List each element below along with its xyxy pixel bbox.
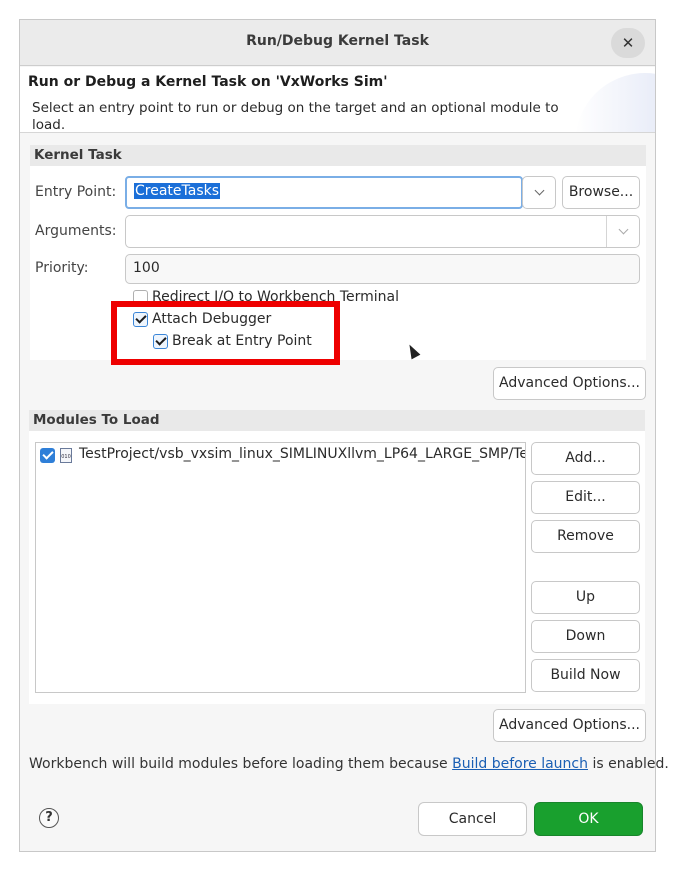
priority-value: 100 [133,260,160,276]
add-module-button[interactable]: Add... [531,442,640,475]
header-description: Select an entry point to run or debug on… [32,100,559,133]
header-decoration [575,73,655,132]
annotation-highlight-box [111,301,340,365]
entry-point-value: CreateTasks [134,183,221,199]
move-down-button[interactable]: Down [531,620,640,653]
cancel-button[interactable]: Cancel [418,802,527,836]
priority-input[interactable]: 100 [125,254,640,284]
module-path: TestProject/vsb_vxsim_linux_SIMLINUXllvm… [79,446,526,462]
modules-section-title: Modules To Load [29,410,645,431]
entry-point-input[interactable]: CreateTasks [125,176,523,209]
arguments-dropdown-button[interactable] [607,216,639,247]
browse-button[interactable]: Browse... [562,176,640,209]
build-info-suffix: is enabled. [588,756,669,772]
kernel-advanced-options-button[interactable]: Advanced Options... [493,367,646,400]
help-icon[interactable]: ? [39,808,59,828]
binary-file-icon: 010 [60,448,72,463]
modules-list[interactable]: 010 TestProject/vsb_vxsim_linux_SIMLINUX… [35,442,526,693]
remove-module-button[interactable]: Remove [531,520,640,553]
build-now-button[interactable]: Build Now [531,659,640,692]
build-before-launch-link[interactable]: Build before launch [452,756,588,772]
entry-point-label: Entry Point: [35,184,117,200]
module-checkbox[interactable] [40,448,55,463]
kernel-task-section-title: Kernel Task [30,145,646,166]
dialog-header: Run or Debug a Kernel Task on 'VxWorks S… [20,67,655,133]
build-info-prefix: Workbench will build modules before load… [29,756,453,772]
modules-advanced-options-button[interactable]: Advanced Options... [493,709,646,742]
priority-label: Priority: [35,260,89,276]
dialog-title: Run/Debug Kernel Task [246,33,429,49]
entry-point-dropdown-button[interactable] [522,176,556,209]
title-bar: Run/Debug Kernel Task ✕ [20,20,655,66]
ok-button[interactable]: OK [534,802,643,836]
chevron-down-icon [618,224,628,235]
build-info-text: Workbench will build modules before load… [29,756,669,772]
arguments-label: Arguments: [35,223,117,239]
chevron-down-icon [534,185,544,196]
close-icon: ✕ [621,34,635,52]
arguments-input[interactable] [125,215,640,248]
move-up-button[interactable]: Up [531,581,640,614]
header-title: Run or Debug a Kernel Task on 'VxWorks S… [28,74,388,90]
edit-module-button[interactable]: Edit... [531,481,640,514]
close-button[interactable]: ✕ [611,28,645,58]
